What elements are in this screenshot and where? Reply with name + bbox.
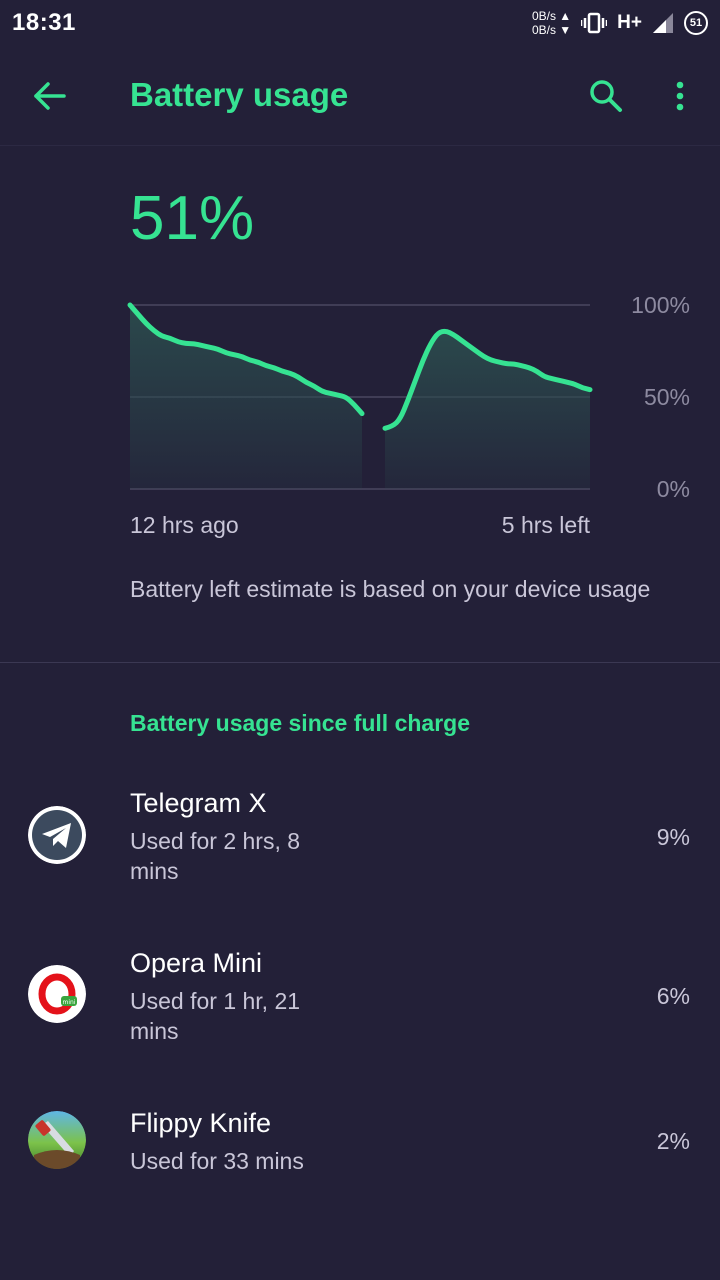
app-row-opera-mini[interactable]: mini Opera Mini Used for 1 hr, 21 mins 6…: [0, 920, 720, 1070]
search-button[interactable]: [582, 72, 630, 120]
chart-y-tick-label: 100%: [631, 292, 690, 318]
chart-y-tick-label: 0%: [657, 476, 690, 502]
app-name: Flippy Knife: [130, 1108, 272, 1138]
opera-mini-icon: mini: [28, 965, 86, 1023]
back-arrow-icon: [34, 82, 66, 110]
battery-icon: 51: [684, 11, 708, 35]
app-percent: 6%: [656, 983, 690, 1009]
app-bar: Battery usage: [0, 46, 720, 146]
app-name: Opera Mini: [130, 948, 263, 978]
app-usage: Used for 2 hrs, 8 mins: [130, 828, 301, 884]
page-title: Battery usage: [130, 76, 349, 113]
section-divider: [0, 662, 720, 663]
section-title: Battery usage since full charge: [130, 710, 471, 736]
app-percent: 9%: [656, 824, 690, 850]
status-icons: 0B/s ▲ 0B/s ▼ H+ 51: [532, 9, 708, 37]
battery-chart: 100% 50% 0%: [0, 290, 720, 510]
battery-level: 51%: [130, 184, 255, 253]
estimate-note: Battery left estimate is based on your d…: [130, 576, 651, 602]
chart-x-end-label: 5 hrs left: [501, 512, 590, 538]
net-up-speed: 0B/s ▲: [531, 9, 572, 23]
app-usage: Used for 1 hr, 21 mins: [130, 988, 301, 1044]
chart-y-tick-label: 50%: [644, 384, 690, 410]
more-options-button[interactable]: [656, 72, 704, 120]
more-vert-icon: [676, 81, 684, 111]
app-name: Telegram X: [130, 788, 267, 818]
status-time: 18:31: [12, 9, 76, 36]
chart-recorded-area: [130, 305, 362, 489]
svg-text:mini: mini: [63, 999, 76, 1006]
telegram-icon: [28, 806, 86, 864]
vibrate-icon: [581, 12, 608, 34]
flippy-knife-icon: [28, 1111, 86, 1169]
network-type: H+: [617, 12, 642, 33]
chart-estimated-area: [385, 331, 590, 489]
status-bar: 18:31 0B/s ▲ 0B/s ▼ H+ 51: [0, 0, 720, 46]
battery-chart-svg: 100% 50% 0%: [127, 292, 690, 502]
app-row-flippy-knife[interactable]: Flippy Knife Used for 33 mins 2%: [0, 1080, 720, 1230]
search-icon: [590, 80, 622, 112]
back-button[interactable]: [26, 72, 74, 120]
app-usage: Used for 33 mins: [130, 1148, 304, 1174]
net-down-speed: 0B/s ▼: [531, 23, 572, 37]
chart-x-start-label: 12 hrs ago: [130, 512, 239, 538]
app-row-telegram-x[interactable]: Telegram X Used for 2 hrs, 8 mins 9%: [0, 760, 720, 910]
network-speed: 0B/s ▲ 0B/s ▼: [532, 9, 571, 37]
app-percent: 2%: [656, 1128, 690, 1154]
signal-icon: [652, 12, 674, 34]
